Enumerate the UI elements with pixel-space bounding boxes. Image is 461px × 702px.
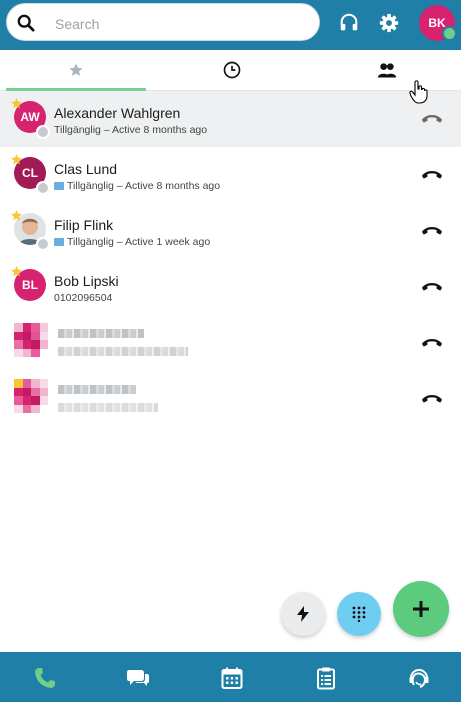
bottom-navigation	[0, 652, 461, 702]
presence-dot	[36, 181, 50, 195]
contacts-icon	[377, 63, 397, 78]
contact-row[interactable]: AW Alexander Wahlgren Tillgänglig – Acti…	[0, 91, 461, 147]
contact-row[interactable]: BL Bob Lipski 0102096504	[0, 259, 461, 315]
plus-icon	[413, 601, 429, 617]
search-icon	[17, 14, 35, 32]
contact-list: AW Alexander Wahlgren Tillgänglig – Acti…	[0, 91, 461, 427]
favorite-star-icon	[11, 154, 22, 165]
presence-dot	[36, 237, 50, 251]
call-button[interactable]	[421, 335, 443, 349]
presence-dot	[36, 125, 50, 139]
tab-contacts[interactable]	[318, 50, 456, 90]
add-button[interactable]	[393, 581, 449, 637]
favorite-star-icon	[11, 210, 22, 221]
redacted-avatar	[14, 379, 48, 413]
clock-icon	[223, 61, 241, 79]
contact-name: Bob Lipski	[54, 273, 119, 289]
contact-row-redacted[interactable]	[0, 315, 461, 371]
call-button[interactable]	[421, 223, 443, 237]
chat-icon[interactable]	[126, 666, 150, 690]
favorite-star-icon	[11, 266, 22, 277]
contact-status-text: Tillgänglig – Active 8 months ago	[54, 124, 208, 136]
redacted-name	[58, 385, 136, 394]
search-input[interactable]	[53, 12, 307, 36]
favorite-star-icon	[11, 98, 22, 109]
contact-row[interactable]: CL Clas Lund Tillgänglig – Active 8 mont…	[0, 147, 461, 203]
tab-bar	[0, 50, 461, 91]
calendar-icon[interactable]	[220, 666, 244, 690]
contact-name: Filip Flink	[54, 217, 114, 233]
tab-favorites[interactable]	[6, 50, 146, 91]
desktop-icon	[54, 182, 64, 190]
presence-indicator	[442, 26, 457, 41]
dialpad-button[interactable]	[337, 592, 381, 636]
contact-status-text: Tillgänglig – Active 8 months ago	[67, 180, 221, 192]
redacted-avatar	[14, 323, 48, 357]
phone-icon[interactable]	[33, 666, 57, 690]
hand-cursor-icon	[409, 80, 428, 104]
contact-status: Tillgänglig – Active 8 months ago	[54, 124, 207, 136]
gear-icon[interactable]	[378, 12, 400, 34]
support-agent-icon[interactable]	[407, 666, 431, 690]
search-box[interactable]	[6, 3, 320, 41]
contact-row-redacted[interactable]	[0, 371, 461, 427]
contact-row[interactable]: Filip Flink Tillgänglig – Active 1 week …	[0, 203, 461, 259]
clipboard-icon[interactable]	[314, 666, 338, 690]
contact-status: Tillgänglig – Active 8 months ago	[54, 180, 220, 192]
contact-status-text: 0102096504	[54, 292, 113, 304]
contact-name: Clas Lund	[54, 161, 118, 177]
redacted-status	[58, 403, 158, 412]
call-button[interactable]	[421, 111, 443, 125]
contact-status: Tillgänglig – Active 1 week ago	[54, 236, 210, 248]
call-button[interactable]	[421, 279, 443, 293]
star-icon	[69, 63, 83, 76]
lightning-icon	[297, 606, 309, 622]
contact-status-text: Tillgänglig – Active 1 week ago	[67, 236, 211, 248]
quick-action-button[interactable]	[281, 592, 325, 636]
desktop-icon	[54, 238, 64, 246]
avatar-initials: CL	[22, 166, 38, 180]
dialpad-icon	[352, 606, 366, 622]
headset-icon[interactable]	[338, 12, 360, 34]
redacted-name	[58, 329, 144, 338]
redacted-status	[58, 347, 188, 356]
call-button[interactable]	[421, 391, 443, 405]
contact-phone-number: 0102096504	[54, 292, 112, 304]
user-avatar[interactable]: BK	[419, 5, 457, 41]
avatar-initials: BL	[22, 278, 38, 292]
avatar-initials: AW	[20, 110, 40, 124]
call-button[interactable]	[421, 167, 443, 181]
contact-name: Alexander Wahlgren	[54, 105, 181, 121]
top-bar: BK	[0, 0, 461, 50]
tab-recent[interactable]	[162, 50, 302, 90]
